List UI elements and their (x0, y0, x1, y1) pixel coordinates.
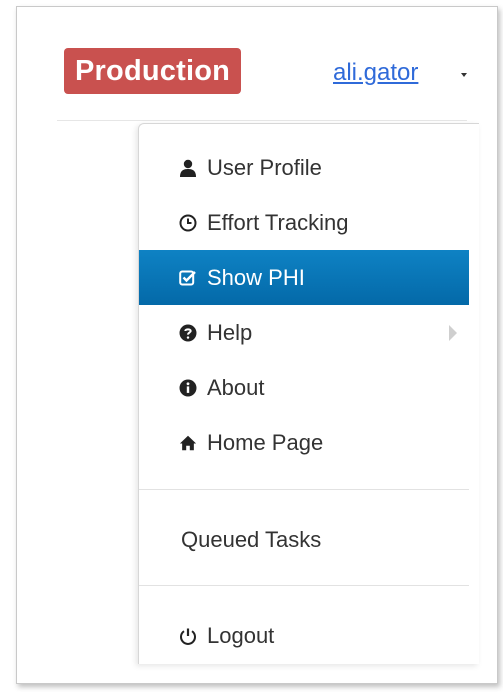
menu-item-about[interactable]: About (139, 360, 469, 415)
menu-separator (139, 489, 469, 490)
power-icon (179, 627, 197, 645)
user-icon (179, 159, 197, 177)
menu-item-help[interactable]: Help (139, 305, 469, 360)
menu-item-label: Help (207, 319, 253, 345)
menu-item-user-profile[interactable]: User Profile (139, 140, 469, 195)
menu-item-label: Queued Tasks (181, 526, 322, 552)
home-icon (179, 434, 197, 452)
menu-item-label: Effort Tracking (207, 209, 349, 235)
question-circle-icon (179, 324, 197, 342)
menu-item-show-phi[interactable]: Show PHI (139, 250, 469, 305)
menu-item-label: Show PHI (207, 264, 305, 290)
menu-item-queued-tasks[interactable]: Queued Tasks (139, 512, 469, 567)
environment-badge: Production (64, 48, 242, 94)
top-navbar: Production ali.gator (17, 7, 497, 117)
menu-item-label: Logout (207, 622, 275, 648)
menu-item-effort-tracking[interactable]: Effort Tracking (139, 195, 469, 250)
menu-item-label: User Profile (207, 154, 322, 180)
menu-item-label: About (207, 374, 265, 400)
user-menu-toggle[interactable]: ali.gator (333, 59, 418, 87)
screenshot-frame: Production ali.gator User Profile Effort… (16, 6, 498, 684)
submenu-arrow-icon (449, 324, 457, 341)
menu-item-home-page[interactable]: Home Page (139, 415, 469, 470)
info-circle-icon (179, 379, 197, 397)
navbar-divider (57, 120, 467, 121)
menu-item-logout[interactable]: Logout (139, 608, 469, 663)
user-dropdown-menu: User Profile Effort Tracking Show PHI He… (138, 123, 479, 664)
menu-item-label: Home Page (207, 429, 324, 455)
dropdown-caret-icon[interactable] (461, 73, 467, 77)
checked-box-icon (179, 269, 197, 287)
clock-icon (179, 214, 197, 232)
menu-separator (139, 585, 469, 586)
